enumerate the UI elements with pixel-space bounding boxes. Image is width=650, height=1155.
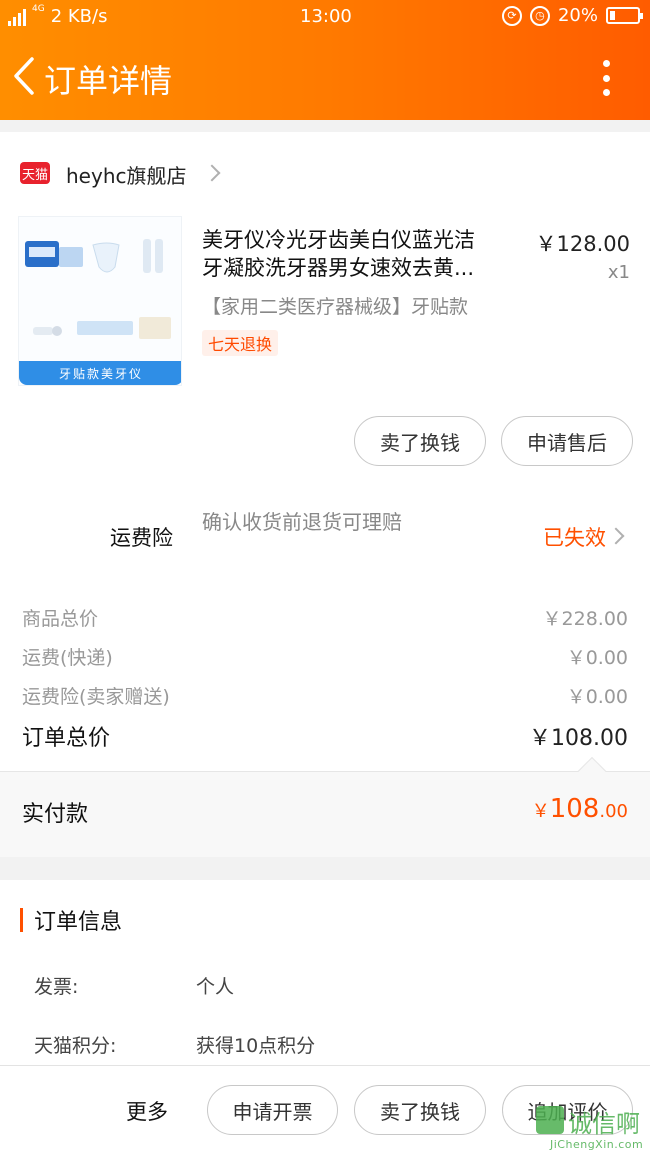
insurance-fee-value: ￥0.00: [566, 686, 628, 708]
order-info-title: 订单信息: [34, 910, 123, 935]
back-arrow-icon[interactable]: [12, 56, 36, 96]
sell-for-cash-bottom-button[interactable]: 卖了换钱: [354, 1085, 486, 1135]
paid-amount-label: 实付款: [22, 802, 89, 827]
paid-main: 108: [549, 794, 600, 824]
watermark-en: JiChengXin.com: [550, 1138, 644, 1151]
product-title-line1: 美牙仪冷光牙齿美白仪蓝光洁: [202, 228, 475, 252]
paid-currency: ￥: [531, 801, 550, 822]
alarm-icon: ◷: [529, 5, 550, 26]
signal-icon: [8, 8, 26, 26]
sell-for-cash-button[interactable]: 卖了换钱: [354, 416, 486, 466]
shipping-fee-value: ￥0.00: [566, 647, 628, 669]
product-illustration: [25, 239, 171, 339]
product-title-line2: 牙凝胶洗牙器男女速效去黄...: [202, 256, 475, 280]
product-quantity: x1: [607, 262, 630, 283]
product-image[interactable]: 牙贴款美牙仪: [18, 216, 182, 386]
product-spec: 【家用二类医疗器械级】牙贴款: [202, 296, 469, 318]
app-header: 4G 2 KB/s 13:00 ⟳ ◷ 20% 订单详情: [0, 0, 650, 120]
paid-amount-value: ￥108.00: [532, 794, 628, 824]
shipping-insurance-status[interactable]: 已失效: [543, 522, 606, 552]
rotation-lock-icon: ⟳: [501, 5, 522, 26]
shipping-insurance-desc: 确认收货前退货可理赔: [202, 510, 402, 534]
request-invoice-button[interactable]: 申请开票: [207, 1085, 338, 1135]
invoice-label: 发票:: [34, 976, 79, 998]
battery-icon: [606, 7, 643, 24]
more-button[interactable]: 更多: [126, 1096, 168, 1126]
product-price: ￥128.00: [535, 232, 630, 256]
after-sale-button[interactable]: 申请售后: [501, 416, 633, 466]
store-name[interactable]: heyhc旗舰店: [66, 160, 187, 189]
network-type: 4G: [32, 3, 45, 14]
tmall-badge: 天猫: [20, 162, 50, 184]
goods-total-value: ￥228.00: [542, 608, 628, 630]
shipping-insurance-label: 运费险: [110, 526, 173, 550]
tmall-points-label: 天猫积分:: [34, 1035, 117, 1057]
more-options-icon[interactable]: [596, 58, 616, 98]
returns-tag: 七天退换: [202, 330, 279, 356]
watermark-logo-icon: [536, 1106, 564, 1134]
battery-fill: [610, 11, 615, 20]
order-total-label: 订单总价: [22, 726, 111, 751]
site-watermark: 诚信啊 JiChengXin.com: [536, 1104, 650, 1155]
product-image-band: 牙贴款美牙仪: [19, 361, 181, 385]
insurance-fee-label: 运费险(卖家赠送): [22, 686, 170, 708]
product-title[interactable]: 美牙仪冷光牙齿美白仪蓝光洁 牙凝胶洗牙器男女速效去黄...: [202, 226, 512, 282]
paid-decimals: .00: [599, 801, 628, 822]
battery-percent: 20%: [557, 5, 598, 26]
clock: 13:00: [300, 6, 352, 27]
order-total-value: ￥108.00: [529, 726, 628, 751]
tmall-points-value: 获得10点积分: [196, 1035, 316, 1057]
section-accent-bar: [20, 908, 23, 932]
status-bar: 4G 2 KB/s 13:00 ⟳ ◷ 20%: [0, 0, 650, 36]
network-speed: 2 KB/s: [50, 6, 108, 27]
watermark-cn: 诚信啊: [568, 1110, 640, 1138]
invoice-value: 个人: [196, 976, 235, 998]
shipping-fee-label: 运费(快递): [22, 647, 113, 669]
page-title: 订单详情: [44, 62, 173, 100]
goods-total-label: 商品总价: [22, 608, 99, 630]
